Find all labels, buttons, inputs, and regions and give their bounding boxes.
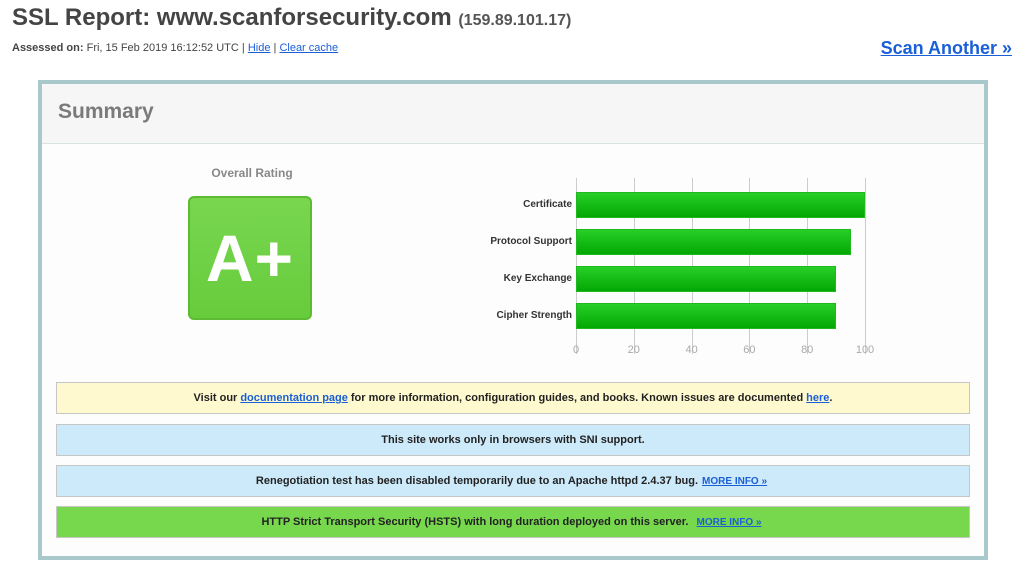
category-label: Certificate — [523, 199, 572, 210]
bar-key-exchange — [576, 266, 837, 292]
x-tick-label: 40 — [685, 344, 698, 356]
x-tick-label: 60 — [743, 344, 756, 356]
bar-cipher-strength — [576, 303, 837, 329]
sni-notice: This site works only in browsers with SN… — [56, 424, 970, 456]
separator: | — [273, 42, 277, 54]
ip-address: (159.89.101.17) — [458, 12, 572, 29]
summary-panel: Summary Overall Rating A+ 0 20 40 60 80 100 Ce… — [38, 80, 988, 560]
more-info-link[interactable]: MORE INFO » — [702, 476, 767, 487]
category-label: Protocol Support — [490, 236, 572, 247]
report-title: SSL Report: www.scanforsecurity.com (159… — [12, 4, 571, 32]
overall-rating-label: Overall Rating — [211, 166, 293, 180]
bar-protocol-support — [576, 229, 851, 255]
known-issues-link[interactable]: here — [806, 392, 829, 404]
bar-certificate — [576, 192, 865, 218]
clear-cache-link[interactable]: Clear cache — [279, 42, 338, 54]
renegotiation-notice: Renegotiation test has been disabled tem… — [56, 465, 970, 497]
more-info-link[interactable]: MORE INFO » — [697, 517, 762, 528]
hide-link[interactable]: Hide — [248, 42, 271, 54]
assessed-line: Assessed on: Fri, 15 Feb 2019 16:12:52 U… — [12, 42, 338, 54]
assessed-label: Assessed on: — [12, 42, 84, 54]
x-tick-label: 20 — [627, 344, 640, 356]
notice-text: Visit our — [193, 392, 238, 404]
x-tick-label: 0 — [572, 344, 580, 356]
notice-text: HTTP Strict Transport Security (HSTS) wi… — [261, 516, 689, 528]
documentation-page-link[interactable]: documentation page — [240, 392, 348, 404]
documentation-notice: Visit our documentation page for more in… — [56, 382, 970, 414]
summary-title: Summary — [42, 84, 984, 144]
x-tick-label: 100 — [855, 344, 875, 356]
notice-text: . — [829, 392, 833, 404]
hsts-notice: HTTP Strict Transport Security (HSTS) wi… — [56, 506, 970, 538]
grid-line — [865, 178, 866, 354]
category-label: Cipher Strength — [496, 310, 572, 321]
assessed-value: Fri, 15 Feb 2019 16:12:52 UTC — [86, 42, 239, 54]
hostname: www.scanforsecurity.com — [156, 4, 452, 31]
separator: | — [241, 42, 245, 54]
rating-chart: 0 20 40 60 80 100 Certificate Protocol Support K… — [442, 178, 922, 358]
notice-text: Renegotiation test has been disabled tem… — [255, 475, 699, 487]
title-prefix: SSL Report: — [12, 4, 157, 31]
x-tick-label: 80 — [801, 344, 814, 356]
scan-another-link[interactable]: Scan Another » — [881, 38, 1012, 59]
notice-text: This site works only in browsers with SN… — [381, 434, 645, 446]
notice-text: for more information, configuration guid… — [350, 392, 804, 404]
category-label: Key Exchange — [503, 273, 572, 284]
grade-badge: A+ — [188, 196, 312, 320]
